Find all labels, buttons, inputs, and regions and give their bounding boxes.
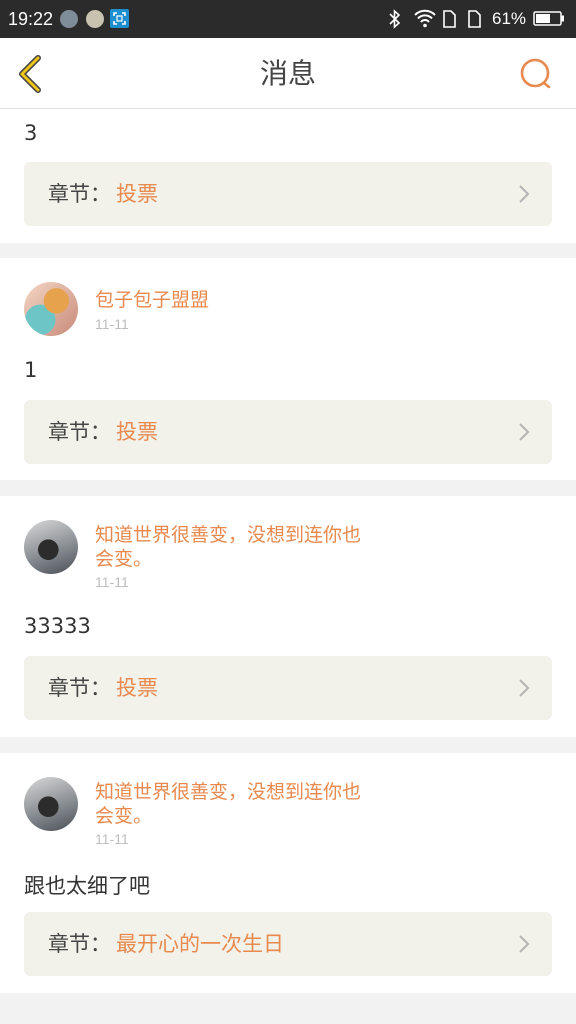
message-text: 跟也太细了吧 bbox=[24, 874, 150, 898]
user-name[interactable]: 知道世界很善变，没想到连你也会变。 bbox=[95, 780, 375, 828]
chapter-link[interactable]: 章节： 投票 bbox=[24, 162, 552, 226]
message-card: 包子包子盟盟 11-11 1 章节： 投票 bbox=[0, 258, 576, 480]
scan-icon bbox=[110, 9, 129, 28]
app-icon bbox=[86, 10, 104, 28]
status-time: 19:22 bbox=[8, 9, 54, 29]
chapter-title: 投票 bbox=[116, 676, 158, 700]
message-date: 11-11 bbox=[95, 316, 129, 332]
avatar[interactable] bbox=[24, 282, 78, 336]
user-name[interactable]: 知道世界很善变，没想到连你也会变。 bbox=[95, 523, 375, 571]
wifi-icon bbox=[413, 6, 437, 28]
search-button[interactable] bbox=[518, 56, 554, 92]
chapter-title: 投票 bbox=[116, 420, 158, 444]
avatar[interactable] bbox=[24, 777, 78, 831]
search-icon bbox=[520, 58, 551, 89]
chapter-label: 章节： bbox=[48, 676, 111, 700]
message-card: 知道世界很善变，没想到连你也会变。 11-11 33333 章节： 投票 bbox=[0, 496, 576, 737]
battery-icon bbox=[533, 11, 565, 26]
message-card: 3 章节： 投票 bbox=[0, 109, 576, 243]
chapter-link[interactable]: 章节： 最开心的一次生日 bbox=[24, 912, 552, 976]
message-text: 3 bbox=[24, 121, 38, 145]
page-title: 消息 bbox=[259, 57, 316, 90]
chapter-title: 最开心的一次生日 bbox=[116, 932, 284, 956]
message-card: 知道世界很善变，没想到连你也会变。 11-11 跟也太细了吧 章节： 最开心的一… bbox=[0, 753, 576, 993]
chevron-right-icon bbox=[519, 423, 530, 441]
message-text: 1 bbox=[24, 358, 38, 382]
avatar[interactable] bbox=[24, 520, 78, 574]
nav-bar: 消息 bbox=[0, 38, 576, 109]
message-date: 11-11 bbox=[95, 574, 129, 590]
chapter-title: 投票 bbox=[116, 182, 158, 206]
chevron-right-icon bbox=[519, 679, 530, 697]
chapter-link[interactable]: 章节： 投票 bbox=[24, 400, 552, 464]
bluetooth-icon bbox=[388, 8, 402, 30]
chapter-label: 章节： bbox=[48, 182, 111, 206]
chapter-link[interactable]: 章节： 投票 bbox=[24, 656, 552, 720]
chevron-right-icon bbox=[519, 935, 530, 953]
chapter-label: 章节： bbox=[48, 932, 111, 956]
battery-percent: 61% bbox=[492, 9, 527, 28]
chevron-right-icon bbox=[519, 185, 530, 203]
sim-icon bbox=[466, 10, 482, 32]
message-text: 33333 bbox=[24, 614, 91, 638]
sim-icon bbox=[441, 10, 457, 32]
app-icon bbox=[60, 10, 78, 28]
status-bar: 19:22 61% bbox=[0, 0, 576, 38]
chapter-label: 章节： bbox=[48, 420, 111, 444]
message-date: 11-11 bbox=[95, 831, 129, 847]
user-name[interactable]: 包子包子盟盟 bbox=[95, 288, 375, 312]
